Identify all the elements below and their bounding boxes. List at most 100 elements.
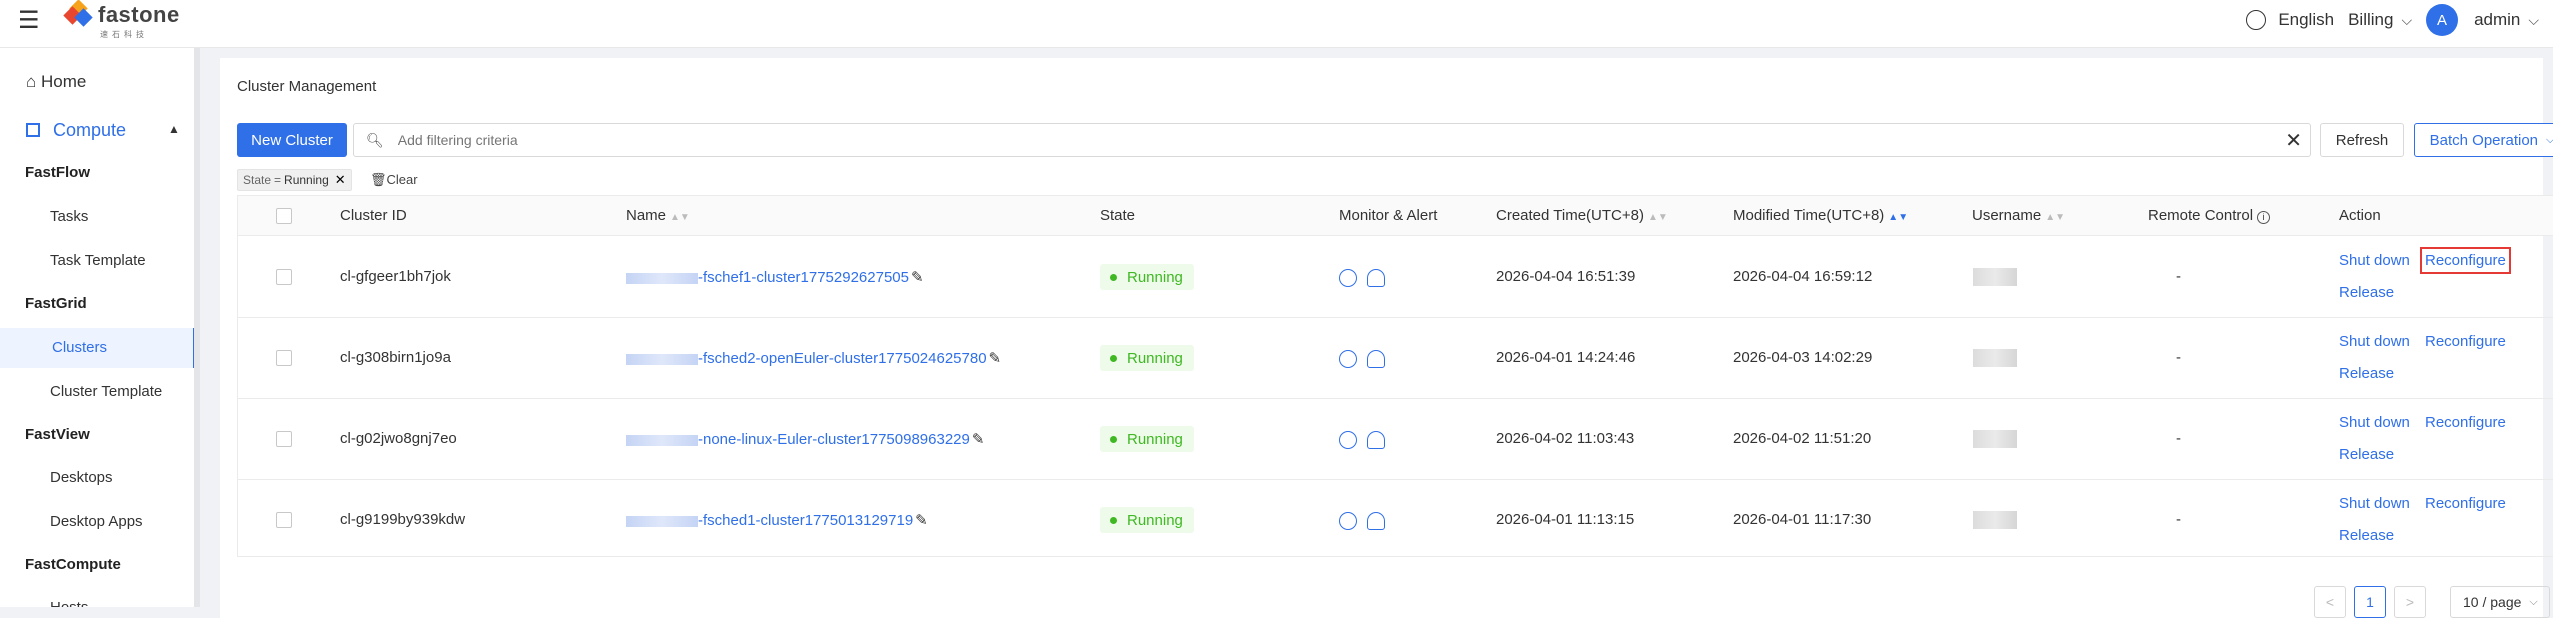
remote-control: - [2176,430,2181,447]
filter-tag-state: State = Running ✕ [237,169,352,191]
new-cluster-button[interactable]: New Cluster [237,123,347,157]
close-icon[interactable]: ✕ [335,172,346,188]
monitor-icon[interactable] [1339,350,1357,368]
release-link[interactable]: Release [2339,365,2394,382]
release-link[interactable]: Release [2339,527,2394,544]
billing-menu[interactable]: Billing [2348,10,2393,30]
modified-time: 2026-04-01 11:17:30 [1733,511,1872,528]
cluster-name-link[interactable]: -fschef1-cluster1775292627505 ✎ [626,268,924,286]
page-size-select[interactable]: 10 / page ⌵ [2450,586,2550,618]
redacted-username [1973,349,2017,367]
alert-icon[interactable] [1367,512,1385,530]
monitor-icon[interactable] [1339,431,1357,449]
logo-subtitle: 速石科技 [100,30,148,39]
table-row: cl-g02jwo8gnj7eo -none-linux-Euler-clust… [238,399,2553,480]
chevron-down-icon[interactable]: ⌵ [2528,12,2539,29]
cluster-table: Cluster ID Name ▲▼ State Monitor & Alert … [237,195,2553,557]
edit-icon[interactable]: ✎ [989,349,1002,367]
sidebar-item-cluster-template[interactable]: Cluster Template [50,383,194,400]
user-name[interactable]: admin [2474,10,2520,30]
remote-control: - [2176,268,2181,285]
status-dot [1110,516,1117,524]
row-checkbox[interactable] [276,512,292,528]
filter-input[interactable] [397,132,2248,148]
status-dot [1110,435,1117,443]
remote-control: - [2176,349,2181,366]
monitor-icon[interactable] [1339,269,1357,287]
edit-icon[interactable]: ✎ [972,430,985,448]
sidebar-item-tasks[interactable]: Tasks [50,208,194,225]
alert-icon[interactable] [1367,269,1385,287]
status-dot [1110,354,1117,362]
shutdown-link[interactable]: Shut down [2339,414,2410,431]
cluster-name-link[interactable]: -fsched2-openEuler-cluster1775024625780 ✎ [626,349,1001,367]
cluster-id: cl-g02jwo8gnj7eo [340,430,457,447]
redacted-username [1973,511,2017,529]
language-selector[interactable]: English [2278,10,2334,30]
col-modified-time[interactable]: Modified Time(UTC+8) ▲▼ [1733,196,1908,236]
select-all-checkbox[interactable] [276,208,292,224]
avatar[interactable]: A [2426,4,2459,36]
chevron-down-icon[interactable]: ⌵ [2401,12,2412,29]
redacted-prefix [626,434,698,446]
sidebar-section-fastflow: FastFlow [25,164,91,181]
row-checkbox[interactable] [276,269,292,285]
prev-page-button[interactable]: < [2314,586,2346,618]
table-row: cl-gfgeer1bh7jok -fschef1-cluster1775292… [238,237,2553,318]
reconfigure-link[interactable]: Reconfigure [2420,247,2511,274]
cluster-name-link[interactable]: -fsched1-cluster1775013129719 ✎ [626,511,928,529]
status-dot [1110,273,1117,281]
batch-operation-button[interactable]: Batch Operation ⌵ [2414,123,2553,157]
redacted-username [1973,430,2017,448]
sidebar-item-home[interactable]: ⌂ Home [26,72,194,92]
release-link[interactable]: Release [2339,446,2394,463]
release-link[interactable]: Release [2339,284,2394,301]
sidebar-item-desktops[interactable]: Desktops [50,469,194,486]
filter-search[interactable]: 🔍︎ ✕ [353,123,2311,157]
cluster-name-link[interactable]: -none-linux-Euler-cluster1775098963229 ✎ [626,430,984,448]
edit-icon[interactable]: ✎ [915,511,928,529]
sidebar-section-fastgrid: FastGrid [25,295,87,312]
shutdown-link[interactable]: Shut down [2339,333,2410,350]
sidebar-item-clusters[interactable]: Clusters [0,328,194,368]
shutdown-link[interactable]: Shut down [2339,495,2410,512]
col-action: Action [2339,207,2381,224]
home-icon: ⌂ [26,72,37,91]
row-checkbox[interactable] [276,350,292,366]
sort-icon: ▲▼ [1647,212,1668,223]
refresh-button[interactable]: Refresh [2320,123,2404,157]
reconfigure-link[interactable]: Reconfigure [2425,495,2506,512]
reconfigure-link[interactable]: Reconfigure [2425,414,2506,431]
logo[interactable]: fastone [63,0,180,28]
page-button-1[interactable]: 1 [2354,586,2386,618]
redacted-username [1973,268,2017,286]
sidebar-item-desktop-apps[interactable]: Desktop Apps [50,513,194,530]
shutdown-link[interactable]: Shut down [2339,252,2410,269]
status-badge: Running [1100,426,1194,452]
sidebar-item-compute[interactable]: Compute ▲ [26,120,194,141]
sidebar-item-hosts[interactable]: Hosts [50,599,194,607]
table-row: cl-g9199by939kdw -fsched1-cluster1775013… [238,480,2553,561]
clear-filters-button[interactable]: 🗑︎Clear [370,172,418,188]
alert-icon[interactable] [1367,350,1385,368]
info-icon[interactable]: i [2257,211,2271,224]
col-state: State [1100,207,1136,224]
reconfigure-link[interactable]: Reconfigure [2425,333,2506,350]
globe-icon[interactable] [2246,10,2267,30]
chevron-down-icon: ⌵ [2546,133,2553,146]
close-icon[interactable]: ✕ [2285,128,2302,153]
monitor-icon[interactable] [1339,512,1357,530]
redacted-prefix [626,353,698,365]
col-created-time[interactable]: Created Time(UTC+8) ▲▼ [1496,196,1668,236]
col-username[interactable]: Username ▲▼ [1972,196,2065,236]
redacted-prefix [626,272,698,284]
menu-toggle-icon[interactable]: ☰ [18,6,40,35]
alert-icon[interactable] [1367,431,1385,449]
col-name[interactable]: Name ▲▼ [626,196,690,236]
sidebar-item-task-template[interactable]: Task Template [50,252,194,269]
sidebar: ⌂ Home Compute ▲ FastFlow Tasks Task Tem… [0,48,200,607]
next-page-button[interactable]: > [2394,586,2426,618]
row-checkbox[interactable] [276,431,292,447]
edit-icon[interactable]: ✎ [911,268,924,286]
col-monitor-alert: Monitor & Alert [1339,207,1438,224]
